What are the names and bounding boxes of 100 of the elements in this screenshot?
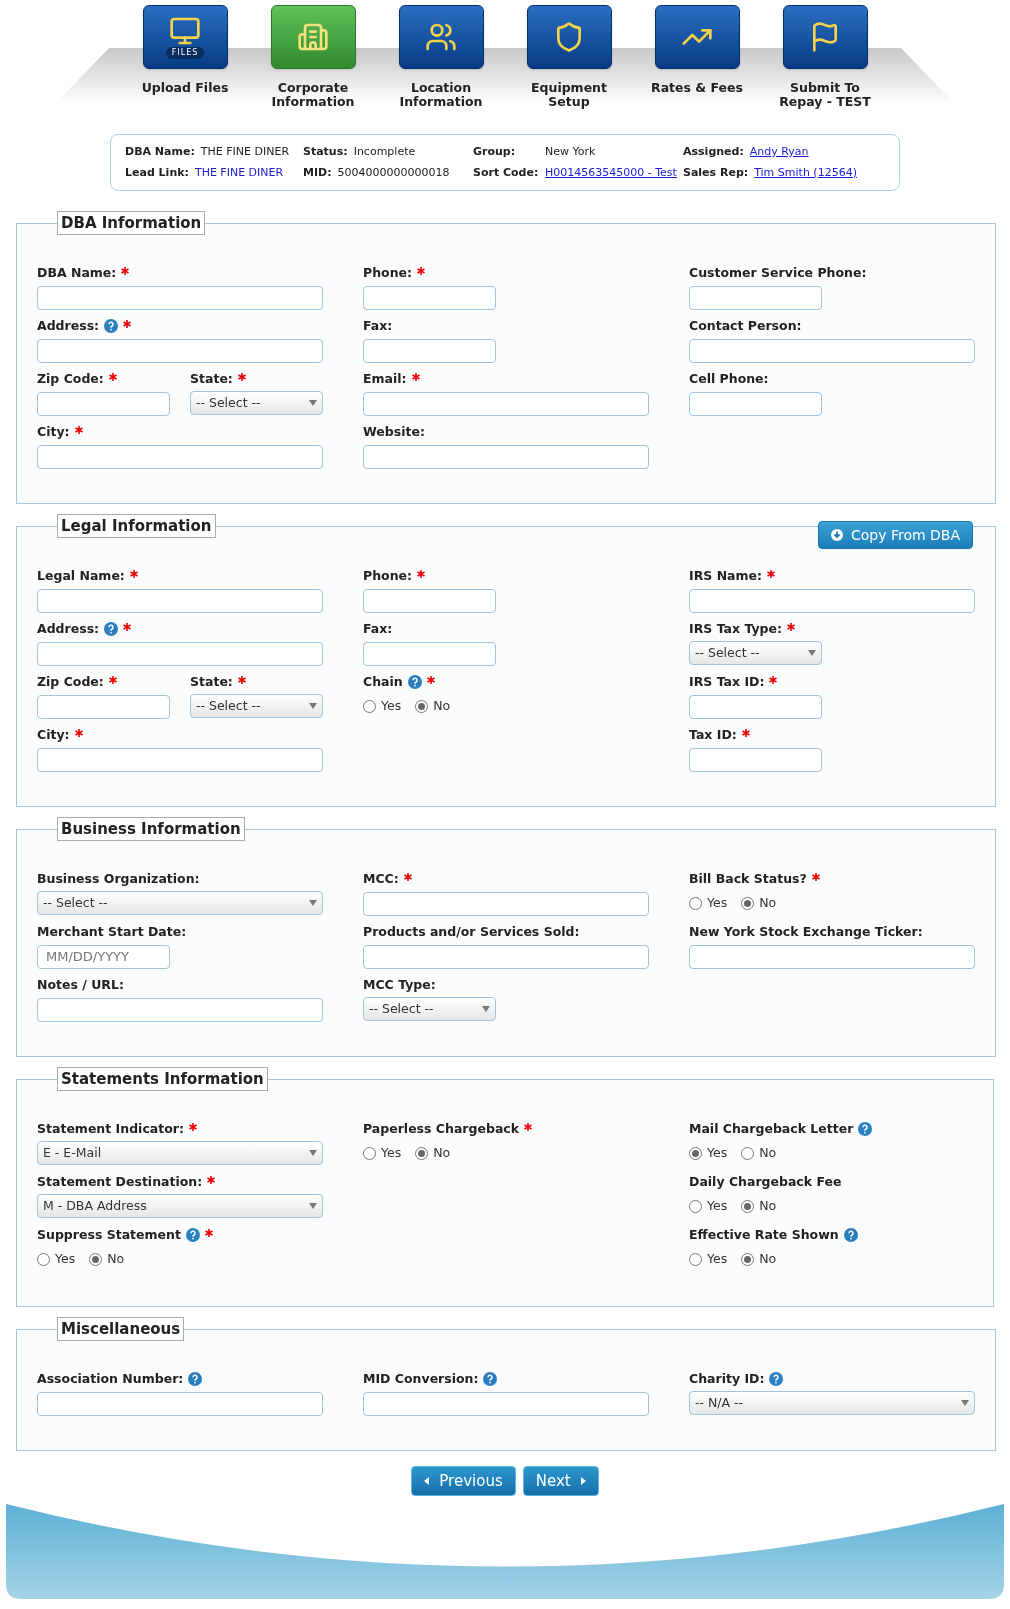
text-field[interactable]	[363, 338, 496, 363]
help-icon[interactable]	[483, 1372, 498, 1386]
text-field[interactable]	[363, 944, 649, 969]
step-tile[interactable]: FILES	[142, 5, 228, 69]
select-dropdown[interactable]: -- Select --	[190, 391, 323, 415]
text-field[interactable]	[689, 338, 975, 363]
summary-link[interactable]: Andy Ryan	[749, 144, 809, 161]
radio-option[interactable]: Yes	[689, 1249, 728, 1269]
text-field[interactable]	[37, 338, 323, 363]
text-field[interactable]	[37, 444, 323, 469]
required-icon	[741, 729, 750, 737]
text-field[interactable]	[37, 997, 323, 1022]
step-tile[interactable]	[526, 5, 612, 69]
copy-from-dba-button[interactable]: Copy From DBA	[817, 521, 973, 549]
text-field[interactable]	[37, 641, 323, 666]
text-field[interactable]	[37, 391, 170, 416]
text-field[interactable]	[37, 588, 323, 613]
radio-option[interactable]: Yes	[689, 893, 728, 913]
help-icon[interactable]	[843, 1228, 858, 1242]
radio-option[interactable]: Yes	[689, 1143, 728, 1163]
radio-option[interactable]: No	[89, 1249, 125, 1269]
select-dropdown[interactable]: E - E-Mail	[37, 1141, 323, 1165]
required-icon	[237, 373, 246, 381]
text-field[interactable]	[689, 391, 822, 416]
select-dropdown[interactable]: -- Select --	[363, 997, 496, 1021]
field-label: Daily Chargeback Fee	[689, 1172, 842, 1191]
required-icon	[403, 873, 412, 881]
radio-option[interactable]: No	[741, 1249, 777, 1269]
select-dropdown[interactable]: -- Select --	[37, 891, 323, 915]
radio-option[interactable]: No	[415, 1143, 451, 1163]
download-icon	[830, 529, 843, 541]
next-button[interactable]: Next	[522, 1466, 599, 1496]
select-dropdown[interactable]: -- Select --	[689, 641, 822, 665]
required-icon	[108, 373, 117, 381]
radio-option[interactable]: No	[741, 1196, 777, 1216]
step-tile[interactable]	[398, 5, 484, 69]
field-label: City:	[37, 725, 70, 744]
select-dropdown[interactable]: -- Select --	[190, 694, 323, 718]
text-field[interactable]	[37, 1391, 323, 1416]
dropdown-arrow-icon	[482, 1006, 490, 1012]
text-field[interactable]	[363, 391, 649, 416]
required-icon	[129, 570, 138, 578]
text-field[interactable]	[363, 588, 496, 613]
field-label: MCC Type:	[363, 975, 436, 994]
select-dropdown[interactable]: M - DBA Address	[37, 1194, 323, 1218]
text-field[interactable]	[363, 444, 649, 469]
text-field[interactable]	[689, 944, 975, 969]
step-tile[interactable]	[654, 5, 740, 69]
help-icon[interactable]	[858, 1122, 873, 1136]
field-label: Statement Destination:	[37, 1172, 203, 1191]
text-field[interactable]	[37, 285, 323, 310]
text-field[interactable]	[689, 285, 822, 310]
help-icon[interactable]	[188, 1372, 203, 1386]
required-icon	[204, 1229, 213, 1237]
required-icon	[417, 570, 426, 578]
field-label: Address:	[37, 619, 100, 638]
step-label: Rates & Fees	[650, 81, 744, 95]
section-title: Legal Information	[57, 514, 216, 538]
field-label: IRS Tax Type:	[689, 619, 782, 638]
text-field[interactable]	[37, 694, 170, 719]
field-label: IRS Name:	[689, 566, 763, 585]
step-tile[interactable]	[782, 5, 868, 69]
text-field[interactable]	[363, 891, 649, 916]
step-tile[interactable]	[270, 5, 356, 69]
summary-link[interactable]: Tim Smith (12564)	[754, 164, 857, 181]
summary-label: MID:	[303, 164, 332, 181]
text-field[interactable]	[689, 588, 975, 613]
dropdown-arrow-icon	[309, 1203, 317, 1209]
field-label: Paperless Chargeback	[363, 1119, 520, 1138]
help-icon[interactable]	[407, 675, 422, 689]
text-field[interactable]	[37, 747, 323, 772]
radio-option[interactable]: Yes	[363, 1143, 402, 1163]
radio-option[interactable]: No	[741, 1143, 777, 1163]
text-field[interactable]: MM/DD/YYYY	[37, 944, 170, 969]
text-field[interactable]	[689, 694, 822, 719]
field-label: IRS Tax ID:	[689, 672, 765, 691]
text-field[interactable]	[689, 747, 822, 772]
previous-button[interactable]: Previous	[411, 1466, 516, 1496]
required-icon	[237, 676, 246, 684]
summary-link[interactable]: H0014563545000 - Test	[545, 164, 677, 181]
step-label: Equipment Setup	[530, 81, 608, 109]
text-field[interactable]	[363, 285, 496, 310]
help-icon[interactable]	[104, 319, 119, 333]
radio-option[interactable]: No	[741, 893, 777, 913]
field-label: Business Organization:	[37, 869, 200, 888]
field-label: MCC:	[363, 869, 399, 888]
field-label: City:	[37, 422, 70, 441]
text-field[interactable]	[363, 641, 496, 666]
help-icon[interactable]	[104, 622, 119, 636]
radio-option[interactable]: Yes	[689, 1196, 728, 1216]
radio-option[interactable]: Yes	[37, 1249, 76, 1269]
help-icon[interactable]	[769, 1372, 784, 1386]
field-label: Cell Phone:	[689, 369, 769, 388]
summary-label: Assigned:	[683, 144, 744, 160]
help-icon[interactable]	[185, 1228, 200, 1242]
radio-option[interactable]: No	[415, 696, 451, 716]
text-field[interactable]	[363, 1391, 649, 1416]
required-icon	[426, 676, 435, 684]
select-dropdown[interactable]: -- N/A --	[689, 1391, 975, 1415]
radio-option[interactable]: Yes	[363, 696, 402, 716]
